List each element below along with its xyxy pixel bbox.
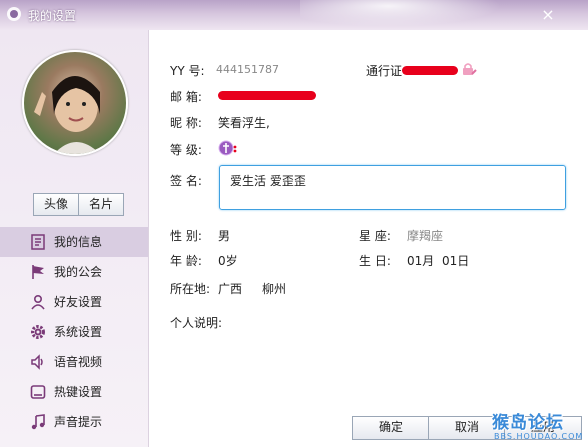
description-label: 个人说明: <box>170 316 223 330</box>
app-logo-icon <box>7 7 21 21</box>
profile-card-icon <box>31 234 45 250</box>
nav-item-voice-video[interactable]: 语音视频 <box>0 347 148 377</box>
nav-item-my-info[interactable]: 我的信息 <box>0 227 148 257</box>
flag-icon <box>32 265 44 279</box>
gear-icon <box>31 325 45 339</box>
forum-watermark: 猴岛论坛 BBS.HOUDAO.COM <box>490 408 586 444</box>
age-value: 0岁 <box>218 254 238 268</box>
person-icon <box>31 294 45 310</box>
nav-item-label: 语音视频 <box>54 355 103 369</box>
nav-item-label: 热键设置 <box>54 385 103 399</box>
redaction-mark <box>402 66 458 75</box>
nav-item-label: 声音提示 <box>54 415 103 429</box>
avatar[interactable] <box>22 50 128 156</box>
location-label: 所在地: <box>170 282 211 296</box>
watermark-brand: 猴岛论坛 <box>492 413 564 433</box>
birthday-day: 01日 <box>442 254 470 268</box>
title-bar: 我的设置 × <box>0 0 588 30</box>
close-button[interactable]: × <box>538 6 558 24</box>
redaction-mark <box>218 91 316 100</box>
signature-input[interactable]: 爱生活 爱歪歪 <box>219 165 566 210</box>
nav-item-friend-settings[interactable]: 好友设置 <box>0 287 148 317</box>
nav-item-system-settings[interactable]: 系统设置 <box>0 317 148 347</box>
settings-nav: 我的信息 我的公会 好友设置 系统设置 语音视频 热键设置 声音提示 <box>0 227 148 437</box>
zodiac-label: 星 座: <box>359 229 391 243</box>
gender-value: 男 <box>218 229 231 243</box>
sidebar: 头像 名片 我的信息 我的公会 好友设置 系统设置 语音视频 热键设置 声音提示 <box>0 30 149 447</box>
zodiac-value: 摩羯座 <box>407 229 444 243</box>
ok-button[interactable]: 确定 <box>352 416 430 440</box>
birthday-month: 01月 <box>407 254 435 268</box>
nav-item-my-guild[interactable]: 我的公会 <box>0 257 148 287</box>
gender-label: 性 别: <box>170 229 202 243</box>
avatar-photo <box>34 76 100 154</box>
keyboard-icon <box>30 385 46 399</box>
passport-label: 通行证 <box>366 64 403 78</box>
nav-item-label: 好友设置 <box>54 295 103 309</box>
music-note-icon <box>31 414 45 430</box>
birthday-label: 生 日: <box>359 254 391 268</box>
nav-item-label: 我的信息 <box>54 235 103 249</box>
window-title: 我的设置 <box>28 9 77 23</box>
watermark-url: BBS.HOUDAO.COM <box>494 432 584 441</box>
speaker-icon <box>31 354 43 370</box>
card-button[interactable]: 名片 <box>78 193 124 216</box>
yy-number-label: YY 号: <box>170 64 205 78</box>
nickname-value: 笑看浮生, <box>218 116 270 130</box>
level-label: 等 级: <box>170 143 202 157</box>
title-decoration <box>300 0 520 30</box>
edit-lock-icon[interactable] <box>461 61 477 77</box>
age-label: 年 龄: <box>170 254 202 268</box>
signature-value: 爱生活 爱歪歪 <box>230 174 306 188</box>
email-label: 邮 箱: <box>170 90 202 104</box>
level-badge-icon <box>218 140 237 156</box>
signature-label: 签 名: <box>170 174 202 188</box>
nav-item-hotkey-settings[interactable]: 热键设置 <box>0 377 148 407</box>
avatar-button[interactable]: 头像 <box>33 193 79 216</box>
avatar-button-group: 头像 名片 <box>33 193 124 216</box>
location-city: 柳州 <box>262 282 287 296</box>
location-province: 广西 <box>218 282 243 296</box>
yy-number-value: 444151787 <box>216 63 279 76</box>
nav-item-label: 系统设置 <box>54 325 103 339</box>
nav-item-label: 我的公会 <box>54 265 103 279</box>
nav-item-sound-alerts[interactable]: 声音提示 <box>0 407 148 437</box>
nickname-label: 昵 称: <box>170 116 202 130</box>
